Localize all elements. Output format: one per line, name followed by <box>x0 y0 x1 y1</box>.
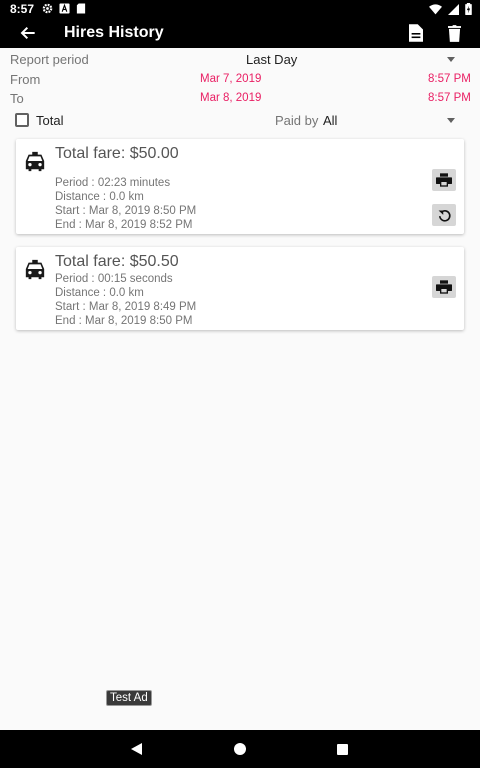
from-time[interactable]: 8:57 PM <box>428 73 471 85</box>
delete-button[interactable] <box>442 22 466 44</box>
trash-icon <box>447 24 461 42</box>
hire-period: Period : 00:15 seconds <box>55 273 173 285</box>
nav-recents-button[interactable] <box>333 740 351 758</box>
taxi-icon <box>25 259 45 280</box>
status-time: 8:57 <box>10 2 35 16</box>
circle-home-icon <box>234 743 246 755</box>
status-notification-icons <box>42 3 86 14</box>
total-label[interactable]: Total <box>36 113 63 128</box>
hire-distance: Distance : 0.0 km <box>55 191 144 203</box>
hire-end: End : Mar 8, 2019 8:52 PM <box>55 219 193 231</box>
arrow-back-icon <box>20 26 35 40</box>
signal-icon <box>448 3 459 15</box>
battery-icon <box>465 3 472 15</box>
hire-end: End : Mar 8, 2019 8:50 PM <box>55 315 193 327</box>
print-button[interactable] <box>432 169 456 191</box>
square-recents-icon <box>336 743 348 755</box>
from-label: From <box>10 72 41 87</box>
app-toolbar: Hires History <box>0 18 480 48</box>
status-bar: 8:57 <box>0 0 480 18</box>
paid-by-dropdown-icon[interactable] <box>447 118 455 123</box>
paid-by-spinner[interactable]: All <box>323 113 337 128</box>
total-checkbox[interactable] <box>15 113 29 127</box>
nav-home-button[interactable] <box>231 740 249 758</box>
paid-by-label: Paid by <box>275 113 319 128</box>
page-title: Hires History <box>64 24 164 41</box>
triangle-back-icon <box>131 743 142 755</box>
test-ad-banner[interactable]: Test Ad <box>106 690 152 706</box>
printer-icon <box>436 173 452 187</box>
taxi-icon <box>25 151 45 172</box>
report-period-dropdown-icon[interactable] <box>447 57 455 62</box>
report-period-spinner[interactable]: Last Day <box>246 52 297 67</box>
hire-distance: Distance : 0.0 km <box>55 287 144 299</box>
from-date[interactable]: Mar 7, 2019 <box>200 73 261 85</box>
hire-start: Start : Mar 8, 2019 8:49 PM <box>55 301 197 313</box>
to-time[interactable]: 8:57 PM <box>428 92 471 104</box>
hire-start: Start : Mar 8, 2019 8:50 PM <box>55 205 197 217</box>
navigation-bar <box>0 730 480 768</box>
to-label: To <box>10 91 24 106</box>
report-button[interactable] <box>404 22 428 44</box>
total-fare: Total fare: $50.00 <box>55 145 179 162</box>
to-date[interactable]: Mar 8, 2019 <box>200 92 261 104</box>
printer-icon <box>436 280 452 294</box>
hire-period: Period : 02:23 minutes <box>55 177 171 189</box>
print-button[interactable] <box>432 276 456 298</box>
wifi-icon <box>429 3 442 14</box>
sd-card-icon <box>76 3 86 14</box>
hire-card: Total fare: $50.50 Period : 00:15 second… <box>16 247 464 330</box>
total-fare: Total fare: $50.50 <box>55 253 179 270</box>
restore-button[interactable] <box>432 204 456 226</box>
restore-icon <box>438 209 451 222</box>
a-badge-icon <box>59 3 70 14</box>
back-button[interactable] <box>16 22 40 44</box>
status-system-icons <box>429 3 472 15</box>
nav-back-button[interactable] <box>128 740 146 758</box>
report-period-label: Report period <box>10 52 89 67</box>
settings-icon <box>42 3 53 14</box>
hire-card: Total fare: $50.00 Period : 02:23 minute… <box>16 139 464 234</box>
document-icon <box>409 24 423 42</box>
